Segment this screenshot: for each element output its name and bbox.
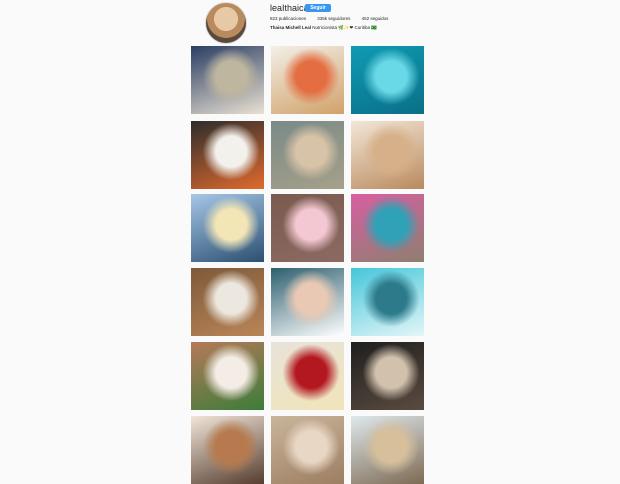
post-food-plate-photo[interactable]: [271, 46, 344, 114]
post-selfie-close-photo[interactable]: [271, 416, 344, 484]
post-two-friends-photo[interactable]: [271, 194, 344, 262]
post-two-people-floral-photo[interactable]: [351, 194, 424, 262]
post-girl-standing-photo[interactable]: [351, 268, 424, 336]
following-count[interactable]: 452 seguidos: [362, 16, 389, 21]
username[interactable]: leaIthaica: [270, 3, 309, 13]
post-coffee-legs-photo[interactable]: [271, 268, 344, 336]
profile-stats: 823 publicaciones 335k seguidores 452 se…: [270, 16, 398, 21]
profile-header: leaIthaica Seguir 823 publicaciones 335k…: [205, 2, 465, 44]
bio-name: Thaisa Michell Leal: [270, 25, 312, 30]
post-selfie-blonde-photo[interactable]: [271, 121, 344, 189]
post-selfie-blonde-2-photo[interactable]: [351, 416, 424, 484]
post-smiling-selfie-photo[interactable]: [351, 121, 424, 189]
post-donuts-photo[interactable]: [191, 416, 264, 484]
post-breakfast-table-photo[interactable]: [191, 342, 264, 410]
bio: Thaisa Michell Leal Nutricionista 🌿✨❤ Cu…: [270, 25, 377, 31]
bio-text: Nutricionista 🌿✨❤ Curitiba 🇧🇷: [312, 25, 377, 30]
post-tea-cup-photo[interactable]: [271, 342, 344, 410]
post-pancakes-photo[interactable]: [191, 268, 264, 336]
post-underwater-swim-photo[interactable]: [351, 46, 424, 114]
followers-count[interactable]: 335k seguidores: [317, 16, 350, 21]
avatar[interactable]: [205, 2, 247, 44]
post-building-photo[interactable]: [191, 46, 264, 114]
post-bowl-fruit-photo[interactable]: [191, 121, 264, 189]
posts-count[interactable]: 823 publicaciones: [270, 16, 306, 21]
post-sitting-black-jacket-photo[interactable]: [351, 342, 424, 410]
post-sunset-sea-photo[interactable]: [191, 194, 264, 262]
follow-button[interactable]: Seguir: [305, 4, 331, 12]
